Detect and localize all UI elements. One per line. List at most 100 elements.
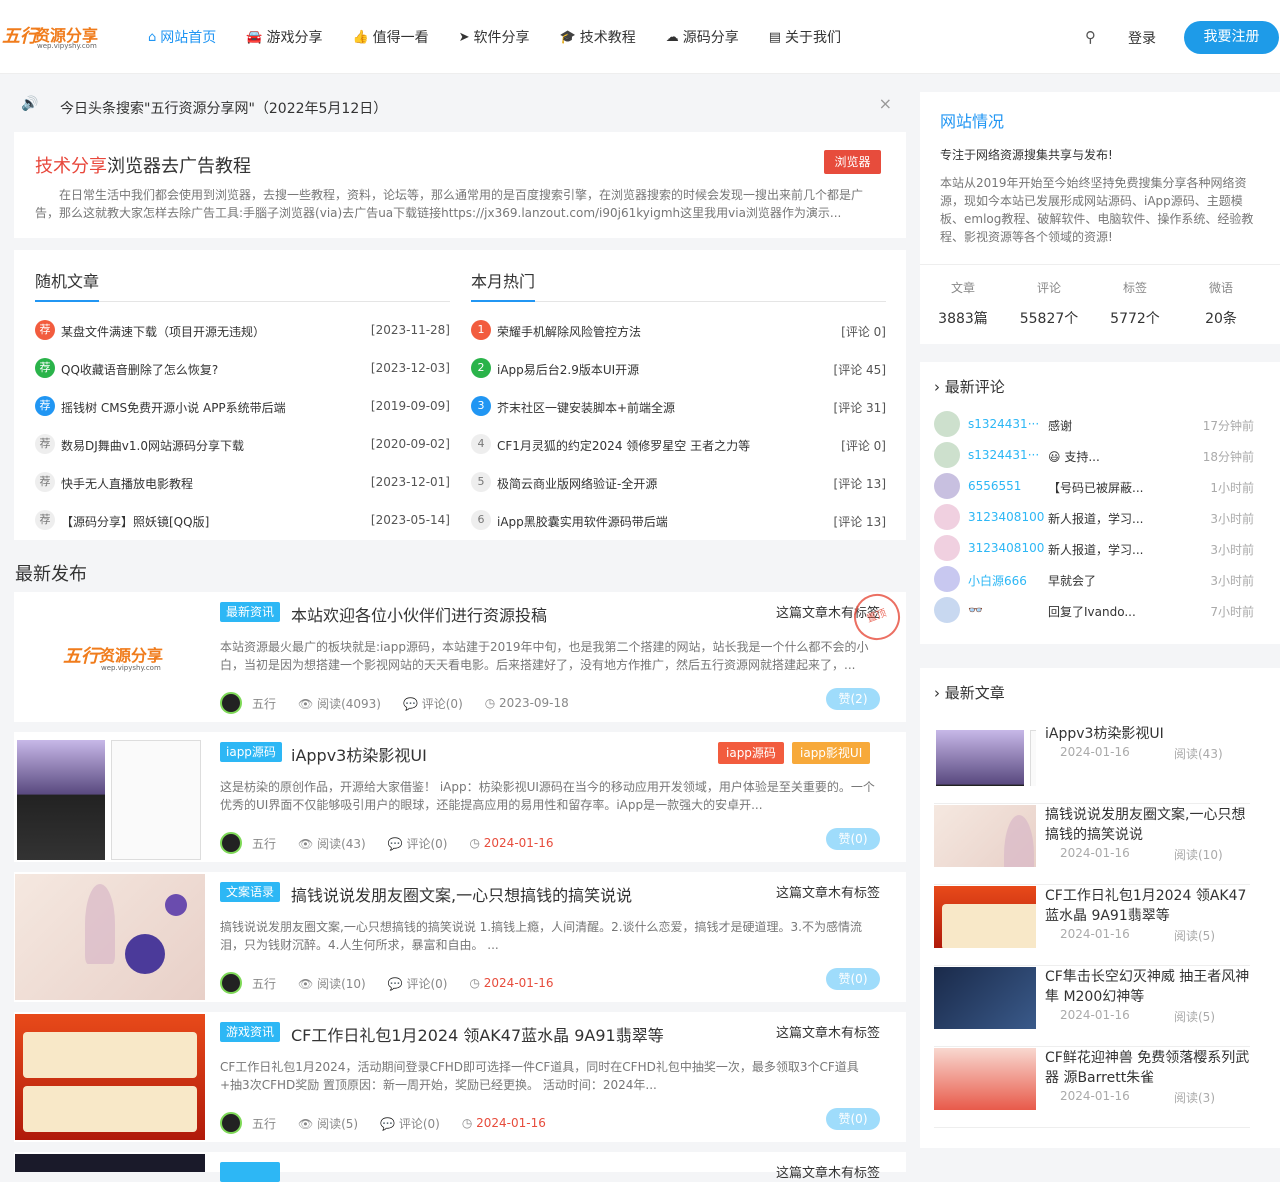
like-button[interactable]: 赞(0) xyxy=(826,1108,880,1130)
recent-article[interactable]: CF鲜花迎神兽 免费领落樱系列武器 源Barrett朱雀 2024-01-16 阅读… xyxy=(934,1048,1250,1128)
list-item-title[interactable]: QQ收藏语音删除了怎么恢复? xyxy=(61,361,218,378)
list-item[interactable]: 3 芥末社区一键安装脚本+前端全源 [评论 31] xyxy=(471,386,886,424)
avatar[interactable] xyxy=(934,504,960,530)
post-thumbnail[interactable] xyxy=(15,734,205,860)
list-item-title[interactable]: CF1月灵狐的约定2024 领修罗星空 王者之力等 xyxy=(497,437,750,454)
post-thumbnail[interactable] xyxy=(15,1014,205,1140)
comment-author[interactable]: 小白源666 xyxy=(968,572,1027,589)
list-item-title[interactable]: 【源码分享】照妖镜[QQ版] xyxy=(61,513,209,530)
post-comments[interactable]: 💬 评论(0) xyxy=(380,1115,440,1132)
recent-article-thumbnail[interactable] xyxy=(934,805,1036,867)
featured-post[interactable]: 技术分享浏览器去广告教程 浏览器 在日常生活中我们都会使用到浏览器，去搜一些教程… xyxy=(14,132,906,238)
post-category[interactable] xyxy=(220,1162,280,1182)
featured-tag[interactable]: 浏览器 xyxy=(824,150,881,174)
register-button[interactable]: 我要注册 xyxy=(1184,21,1279,54)
list-item[interactable]: 荐某盘文件满速下载（项目开源无违规） [2023-11-28] xyxy=(35,310,450,348)
nav-item-4[interactable]: 🎓 技术教程 xyxy=(560,27,636,47)
comment-text[interactable]: 【号码已被屏蔽... xyxy=(1048,479,1143,496)
post-card[interactable]: 五行 资源分享 wep.vipyshy.com 最新资讯 本站欢迎各位小伙伴们进行资源投… xyxy=(14,587,907,722)
comment-text[interactable]: 感谢 xyxy=(1048,417,1072,434)
recent-article[interactable]: CF隼击长空幻灭神威 抽王者风神隼 M200幻神等 2024-01-16 阅读(5) xyxy=(934,967,1250,1047)
avatar[interactable] xyxy=(934,442,960,468)
comment-author[interactable]: 👓 xyxy=(968,603,983,617)
comment-text[interactable]: 😃 支持... xyxy=(1048,448,1100,465)
notice-text[interactable]: 今日头条搜索"五行资源分享网"（2022年5月12日） xyxy=(60,98,387,118)
list-item[interactable]: 1 荣耀手机解除风险管控方法 [评论 0] xyxy=(471,310,886,348)
list-item[interactable]: 荐【源码分享】照妖镜[QQ版] [2023-05-14] xyxy=(35,500,450,538)
search-icon[interactable]: ⚲ xyxy=(1085,28,1096,46)
post-comments[interactable]: 💬 评论(0) xyxy=(403,695,463,712)
avatar[interactable] xyxy=(220,972,242,994)
post-thumbnail[interactable] xyxy=(15,874,205,1000)
list-item[interactable]: 6 iApp黑胶囊实用软件源码带后端 [评论 13] xyxy=(471,500,886,538)
list-item-title[interactable]: 荣耀手机解除风险管控方法 xyxy=(497,323,641,340)
list-item-title[interactable]: 数易DJ舞曲v1.0网站源码分享下载 xyxy=(61,437,244,454)
list-item[interactable]: 荐数易DJ舞曲v1.0网站源码分享下载 [2020-09-02] xyxy=(35,424,450,462)
recent-article-title[interactable]: CF隼击长空幻灭神威 抽王者风神隼 M200幻神等 xyxy=(1045,967,1255,1007)
post-tag[interactable]: iapp影视UI xyxy=(792,742,871,764)
post-card[interactable]: 这篇文章木有标签 xyxy=(14,1152,906,1182)
post-category[interactable]: 文案语录 xyxy=(220,882,281,902)
list-item[interactable]: 4 CF1月灵狐的约定2024 领修罗星空 王者之力等 [评论 0] xyxy=(471,424,886,462)
list-item[interactable]: 荐摇钱树 CMS免费开源小说 APP系统带后端 [2019-09-09] xyxy=(35,386,450,424)
comment-text[interactable]: 早就会了 xyxy=(1048,572,1096,589)
post-thumbnail[interactable]: 五行 资源分享 wep.vipyshy.com xyxy=(15,594,205,720)
nav-item-5[interactable]: ☁ 源码分享 xyxy=(666,27,739,47)
avatar[interactable] xyxy=(220,832,242,854)
comment-text[interactable]: 新人报道，学习... xyxy=(1048,510,1143,527)
recent-article-thumbnail[interactable] xyxy=(934,1048,1036,1110)
list-item[interactable]: 荐 QQ收藏语音删除了怎么恢复? [2023-12-03] xyxy=(35,348,450,386)
list-item[interactable]: 5 极简云商业版网络验证-全开源 [评论 13] xyxy=(471,462,886,500)
post-thumbnail[interactable] xyxy=(15,1154,205,1172)
like-button[interactable]: 赞(0) xyxy=(826,828,880,850)
post-comments[interactable]: 💬 评论(0) xyxy=(388,835,448,852)
comment-text[interactable]: 新人报道，学习... xyxy=(1048,541,1143,558)
avatar[interactable] xyxy=(220,692,242,714)
featured-title[interactable]: 技术分享浏览器去广告教程 xyxy=(35,152,251,178)
comment-author[interactable]: 6556551 xyxy=(968,479,1021,493)
post-tag[interactable]: iapp源码 xyxy=(718,742,784,764)
nav-item-6[interactable]: ▤ 关于我们 xyxy=(769,27,841,47)
post-author[interactable]: 五行 xyxy=(252,975,276,992)
comment-author[interactable]: s1324431··· xyxy=(968,448,1039,462)
post-card[interactable]: 游戏资讯 CF工作日礼包1月2024 领AK47蓝水晶 9A91翡翠等 这篇文章木有… xyxy=(14,1012,906,1142)
avatar[interactable] xyxy=(934,535,960,561)
list-item-title[interactable]: 某盘文件满速下载（项目开源无违规） xyxy=(61,323,265,340)
list-item-title[interactable]: iApp黑胶囊实用软件源码带后端 xyxy=(497,513,668,530)
close-icon[interactable]: × xyxy=(879,94,892,113)
post-category[interactable]: 游戏资讯 xyxy=(220,1022,281,1042)
post-card[interactable]: iapp源码 iAppv3枋染影视UI iapp源码 iapp影视UI 这是枋染的原创作… xyxy=(14,732,906,862)
comment-item[interactable]: 小白源666 早就会了 3小时前 xyxy=(934,565,1254,595)
like-button[interactable]: 赞(0) xyxy=(826,968,880,990)
avatar[interactable] xyxy=(934,473,960,499)
post-card[interactable]: 文案语录 搞钱说说发朋友圈文案,一心只想搞钱的搞笑说说 这篇文章木有标签 搞钱说说发朋… xyxy=(14,872,906,1002)
nav-item-3[interactable]: ➤ 软件分享 xyxy=(459,27,530,47)
post-comments[interactable]: 💬 评论(0) xyxy=(388,975,448,992)
post-title[interactable]: CF工作日礼包1月2024 领AK47蓝水晶 9A91翡翠等 xyxy=(291,1022,664,1046)
recent-article-thumbnail[interactable] xyxy=(934,724,1036,786)
post-title[interactable]: 本站欢迎各位小伙伴们进行资源投稿 xyxy=(291,602,547,626)
avatar[interactable] xyxy=(934,566,960,592)
avatar[interactable] xyxy=(934,411,960,437)
nav-item-2[interactable]: 👍 值得一看 xyxy=(352,27,428,47)
post-category[interactable]: 最新资讯 xyxy=(220,602,281,622)
nav-item-0[interactable]: ⌂ 网站首页 xyxy=(148,27,216,47)
post-author[interactable]: 五行 xyxy=(252,1115,276,1132)
recent-article[interactable]: 搞钱说说发朋友圈文案,一心只想搞钱的搞笑说说 2024-01-16 阅读(10) xyxy=(934,805,1250,885)
list-item-title[interactable]: 摇钱树 CMS免费开源小说 APP系统带后端 xyxy=(61,399,286,416)
recent-article-title[interactable]: 搞钱说说发朋友圈文案,一心只想搞钱的搞笑说说 xyxy=(1045,805,1255,845)
recent-article-thumbnail[interactable] xyxy=(934,886,1036,948)
list-item-title[interactable]: 快手无人直播放电影教程 xyxy=(61,475,193,492)
post-author[interactable]: 五行 xyxy=(252,835,276,852)
recent-article-title[interactable]: iAppv3枋染影视UI xyxy=(1045,724,1255,744)
comment-item[interactable]: s1324431··· 感谢 17分钟前 xyxy=(934,410,1254,440)
comment-item[interactable]: 6556551 【号码已被屏蔽... 1小时前 xyxy=(934,472,1254,502)
list-item-title[interactable]: 极简云商业版网络验证-全开源 xyxy=(497,475,657,492)
list-item-title[interactable]: iApp易后台2.9版本UI开源 xyxy=(497,361,639,378)
login-link[interactable]: 登录 xyxy=(1128,28,1156,48)
comment-item[interactable]: 3123408100 新人报道，学习... 3小时前 xyxy=(934,534,1254,564)
recent-article-thumbnail[interactable] xyxy=(934,967,1036,1029)
recent-article-title[interactable]: CF鲜花迎神兽 免费领落樱系列武器 源Barrett朱雀 xyxy=(1045,1048,1255,1088)
avatar[interactable] xyxy=(934,597,960,623)
post-title[interactable]: iAppv3枋染影视UI xyxy=(291,742,427,766)
